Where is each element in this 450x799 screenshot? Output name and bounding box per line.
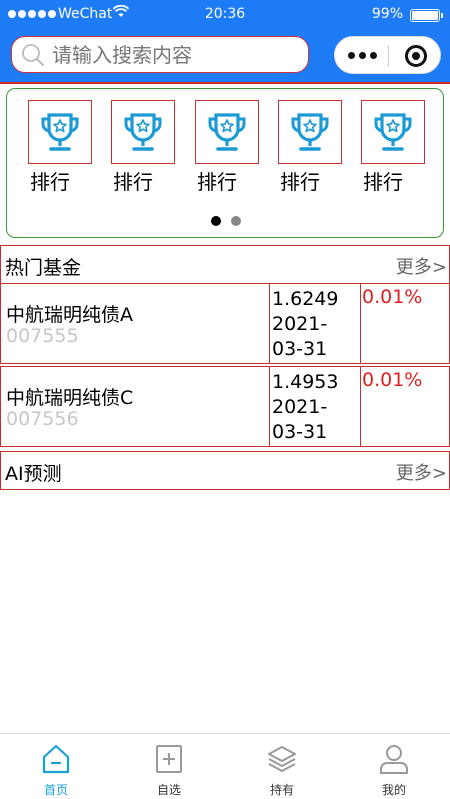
trophy-icon	[28, 100, 92, 164]
tab-watchlist[interactable]: 自选	[113, 734, 225, 799]
ranking-label: 排行	[197, 170, 237, 194]
home-icon	[42, 744, 70, 774]
fund-name-cell: 中航瑞明纯债A 007555	[0, 283, 270, 364]
fund-nav-value: 1.4953	[272, 371, 339, 393]
fund-nav-cell: 1.4953 2021-03-31	[269, 366, 361, 447]
close-miniprogram-icon[interactable]	[405, 45, 427, 67]
add-icon	[156, 745, 182, 773]
section-title: AI预测	[5, 463, 62, 485]
ranking-label: 排行	[363, 170, 403, 194]
tab-label: 自选	[156, 783, 181, 797]
bottom-tab-bar: 首页 自选 持有 我的	[0, 733, 450, 799]
ranking-item[interactable]: 排行	[361, 100, 425, 194]
tab-label: 持有	[269, 783, 294, 797]
fund-change-cell: 0.01%	[360, 366, 450, 447]
ai-forecast-header: AI预测 更多>	[0, 451, 450, 490]
layers-icon	[268, 746, 296, 772]
search-input[interactable]	[52, 42, 302, 67]
trophy-icon	[361, 100, 425, 164]
capsule-divider	[388, 46, 389, 66]
search-icon	[22, 43, 44, 66]
fund-change: 0.01%	[362, 286, 423, 308]
trophy-icon	[111, 100, 175, 164]
tab-holdings[interactable]: 持有	[226, 734, 338, 799]
pager-dot[interactable]	[211, 216, 221, 226]
ranking-item[interactable]: 排行	[278, 100, 342, 194]
ranking-label: 排行	[280, 170, 320, 194]
ranking-item[interactable]: 排行	[111, 100, 175, 194]
fund-code: 007556	[6, 408, 79, 430]
status-bar: WeChat 20:36 99%	[0, 0, 450, 30]
fund-nav-date: 2021-03-31	[272, 396, 328, 443]
user-icon	[380, 745, 408, 774]
pager-dot[interactable]	[231, 216, 241, 226]
fund-row[interactable]: 中航瑞明纯债A 007555 1.6249 2021-03-31 0.01%	[0, 283, 450, 364]
more-options-icon[interactable]	[348, 52, 377, 59]
header-divider	[0, 82, 450, 84]
trophy-icon	[195, 100, 259, 164]
carousel-pager	[7, 216, 445, 226]
fund-change: 0.01%	[362, 369, 423, 391]
ranking-item[interactable]: 排行	[195, 100, 259, 194]
header-bar	[0, 30, 450, 82]
ranking-label: 排行	[113, 170, 153, 194]
ranking-carousel[interactable]: 排行 排行 排行 排行 排行	[6, 88, 444, 238]
tab-label: 我的	[381, 783, 406, 797]
fund-name-cell: 中航瑞明纯债C 007556	[0, 366, 270, 447]
trophy-icon	[278, 100, 342, 164]
hot-funds-header: 热门基金 更多>	[0, 245, 450, 284]
fund-nav-cell: 1.6249 2021-03-31	[269, 283, 361, 364]
miniprogram-capsule	[334, 36, 441, 74]
ranking-item[interactable]: 排行	[28, 100, 92, 194]
search-box[interactable]	[11, 36, 309, 73]
battery-icon	[410, 9, 443, 22]
tab-label: 首页	[43, 783, 68, 797]
hot-funds-more-link[interactable]: 更多>	[396, 253, 447, 279]
ai-forecast-more-link[interactable]: 更多>	[396, 459, 447, 485]
fund-name: 中航瑞明纯债C	[6, 387, 134, 409]
tab-home[interactable]: 首页	[0, 734, 112, 799]
fund-name: 中航瑞明纯债A	[6, 304, 133, 326]
section-title: 热门基金	[5, 257, 82, 279]
ranking-label: 排行	[30, 170, 70, 194]
fund-row[interactable]: 中航瑞明纯债C 007556 1.4953 2021-03-31 0.01%	[0, 366, 450, 447]
tab-profile[interactable]: 我的	[338, 734, 450, 799]
fund-nav-date: 2021-03-31	[272, 313, 328, 360]
fund-nav-value: 1.6249	[272, 288, 339, 310]
fund-change-cell: 0.01%	[360, 283, 450, 364]
battery-percent: 99%	[371, 6, 403, 22]
fund-code: 007555	[6, 325, 79, 347]
